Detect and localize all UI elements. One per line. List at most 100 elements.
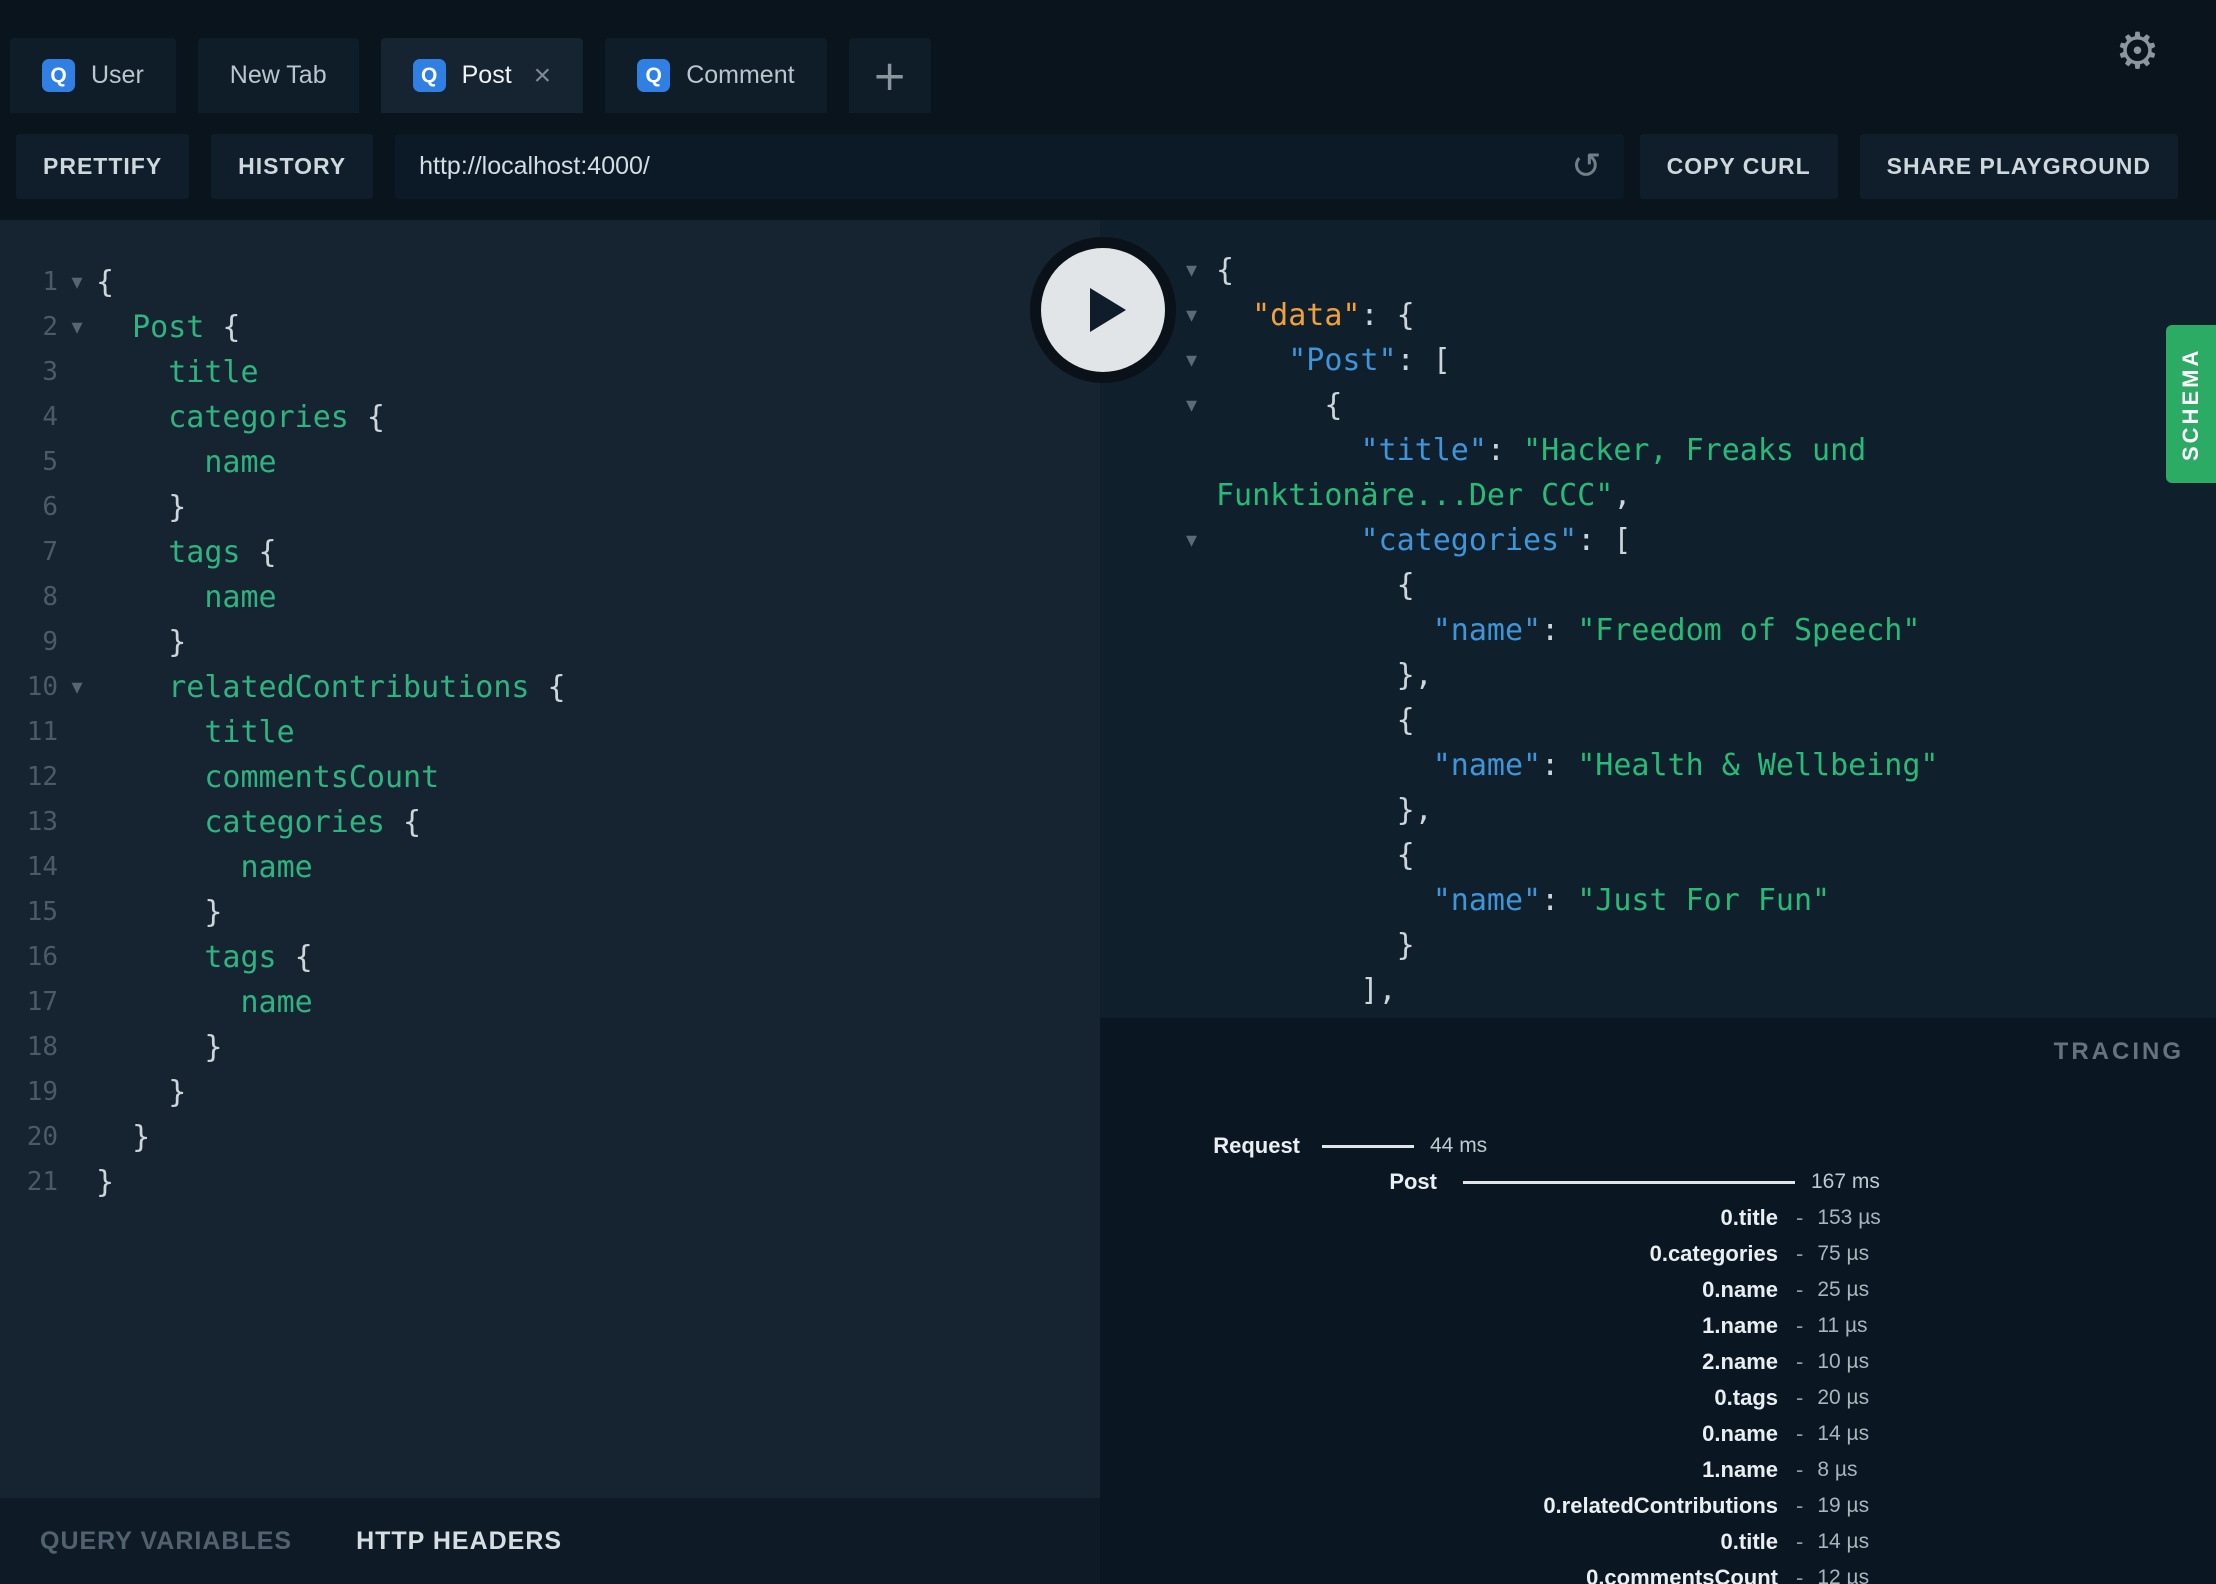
line-content: name (204, 580, 277, 615)
trace-value: 75 µs (1817, 1242, 1870, 1265)
line-content: } (132, 1120, 151, 1155)
line-content: } (96, 1165, 115, 1200)
code-line: 12 commentsCount (0, 755, 1100, 800)
fold-arrow-icon[interactable]: ▾ (58, 665, 96, 710)
tab-post[interactable]: Q Post × (380, 38, 584, 113)
query-editor[interactable]: 1 ▾{2 ▾ Post {3 title 4 categories {5 name 6} 7 ta… (0, 220, 1100, 1498)
line-content: { (1216, 253, 1235, 288)
settings-gear-icon[interactable]: ⚙ (2115, 22, 2160, 80)
trace-value: 11 µs (1817, 1314, 1868, 1337)
fold-arrow-icon[interactable]: ▾ (1186, 338, 1216, 383)
line-content: } (168, 625, 187, 660)
response-line: }, (1100, 788, 2216, 833)
line-content: }, (1396, 793, 1433, 828)
fold-gutter (58, 530, 96, 575)
line-content: relatedContributions { (168, 670, 566, 705)
code-line: 17 name (0, 980, 1100, 1025)
line-number: 10 (26, 672, 58, 702)
fold-gutter (58, 350, 96, 395)
copy-curl-button[interactable]: COPY CURL (1639, 134, 1838, 199)
line-number: 14 (26, 852, 58, 882)
trace-value: 8 µs (1817, 1458, 1858, 1481)
fold-arrow-icon[interactable]: ▾ (58, 260, 96, 305)
code-line: 16 tags { (0, 935, 1100, 980)
reload-icon[interactable]: ↺ (1571, 148, 1601, 185)
trace-dash: - (1796, 1565, 1804, 1584)
trace-dash: - (1796, 1421, 1804, 1446)
trace-value: 14 µs (1817, 1530, 1870, 1553)
toolbar: PRETTIFY HISTORY ↺ COPY CURL SHARE PLAYG… (0, 113, 2216, 220)
query-tab-icon: Q (412, 59, 446, 92)
fold-arrow-icon[interactable]: ▾ (1186, 518, 1216, 563)
tab-comment[interactable]: Q Comment (605, 38, 827, 113)
line-content: "name": "Health & Wellbeing" (1432, 748, 1939, 783)
code-line: 7 tags { (0, 530, 1100, 575)
line-content: { (96, 265, 115, 300)
fold-gutter (58, 890, 96, 935)
url-input[interactable] (417, 151, 1572, 182)
schema-sidebar-tab[interactable]: SCHEMA (2166, 325, 2216, 483)
fold-arrow-icon[interactable]: ▾ (1186, 248, 1216, 293)
line-number: 4 (42, 402, 58, 432)
line-content: } (204, 895, 223, 930)
share-playground-button[interactable]: SHARE PLAYGROUND (1859, 134, 2178, 199)
tab-user[interactable]: Q User (10, 38, 176, 113)
line-content: { (1396, 838, 1415, 873)
response-viewer: ▾{▾ "data": {▾ "Post": [▾{"title": "Hacker… (1100, 220, 2216, 1018)
trace-label: 0.name (1702, 1421, 1778, 1446)
fold-gutter (58, 755, 96, 800)
tab-new-tab[interactable]: New Tab (197, 38, 359, 113)
line-number: 11 (26, 717, 58, 747)
fold-arrow-icon[interactable]: ▾ (1186, 383, 1216, 428)
line-content: { (1396, 703, 1415, 738)
trace-label: 0.name (1702, 1277, 1778, 1302)
line-number: 6 (42, 492, 58, 522)
trace-dash: - (1796, 1493, 1804, 1518)
fold-gutter (58, 1025, 96, 1070)
main-split: 1 ▾{2 ▾ Post {3 title 4 categories {5 name 6} 7 ta… (0, 220, 2216, 1584)
line-number: 18 (26, 1032, 58, 1062)
new-tab-button[interactable]: + (848, 38, 931, 113)
code-line: 1 ▾{ (0, 260, 1100, 305)
execute-play-button[interactable] (1041, 248, 1165, 372)
trace-label: 0.commentsCount (1586, 1565, 1778, 1584)
code-line: 3 title (0, 350, 1100, 395)
plus-icon: + (871, 51, 908, 100)
code-line: 10 ▾ relatedContributions { (0, 665, 1100, 710)
http-headers-tab[interactable]: HTTP HEADERS (356, 1527, 562, 1556)
trace-dash: - (1796, 1241, 1804, 1266)
tab-label: Post (461, 61, 512, 89)
query-variables-tab[interactable]: QUERY VARIABLES (40, 1527, 292, 1556)
line-content: "categories": [ (1360, 523, 1632, 558)
trace-row: 0.relatedContributions -19 µs (1100, 1488, 2216, 1524)
line-number: 21 (26, 1167, 58, 1197)
code-line: 11 title (0, 710, 1100, 755)
tracing-panel: TRACING Request 44 ms Post 167 ms 0.title -15… (1100, 1018, 2216, 1584)
prettify-button[interactable]: PRETTIFY (16, 134, 190, 199)
trace-label: 2.name (1702, 1349, 1778, 1374)
fold-gutter (58, 395, 96, 440)
response-line: { (1100, 563, 2216, 608)
line-content: "name": "Freedom of Speech" (1432, 613, 1921, 648)
line-number: 19 (26, 1077, 58, 1107)
fold-gutter (58, 800, 96, 845)
fold-gutter (1186, 428, 1216, 473)
trace-bar (1322, 1144, 1414, 1148)
trace-row: 1.name -8 µs (1100, 1452, 2216, 1488)
history-button[interactable]: HISTORY (211, 134, 374, 199)
trace-row: 0.tags -20 µs (1100, 1380, 2216, 1416)
tab-strip: Q User New Tab Q Post × Q Comment (0, 38, 849, 113)
code-line: 13 categories { (0, 800, 1100, 845)
close-tab-icon[interactable]: × (534, 60, 552, 91)
fold-gutter (1186, 833, 1216, 878)
fold-arrow-icon[interactable]: ▾ (58, 305, 96, 350)
fold-arrow-icon[interactable]: ▾ (1186, 293, 1216, 338)
line-content: { (1324, 388, 1343, 423)
trace-value: 153 µs (1817, 1206, 1881, 1229)
trace-row: 0.name -14 µs (1100, 1416, 2216, 1452)
trace-row: Post 167 ms (1100, 1164, 2216, 1200)
fold-gutter (58, 485, 96, 530)
trace-value: 25 µs (1817, 1278, 1870, 1301)
line-content: title (168, 355, 259, 390)
fold-gutter (58, 710, 96, 755)
